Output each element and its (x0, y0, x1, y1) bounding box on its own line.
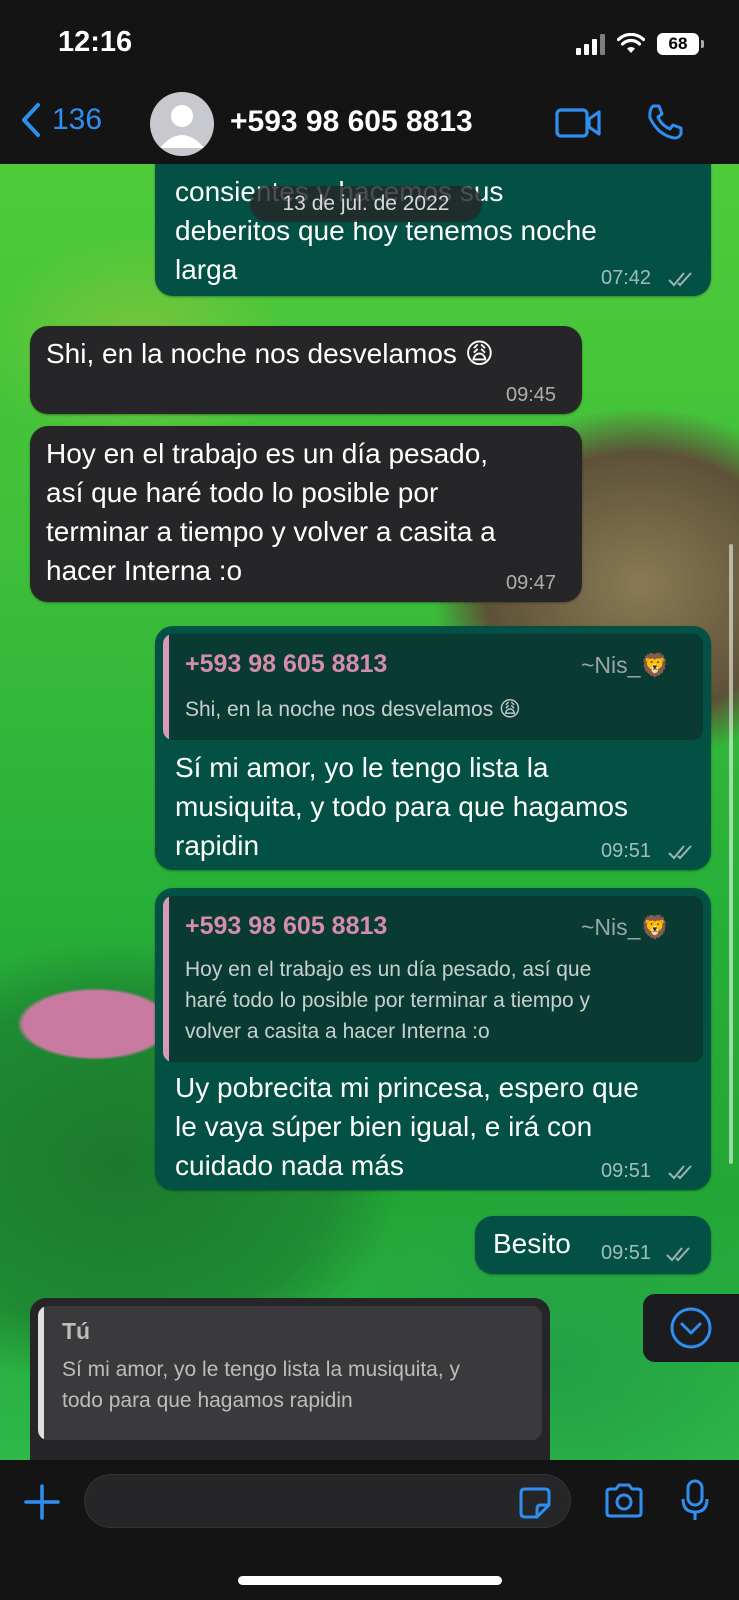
message-bubble-incoming[interactable]: Shi, en la noche nos desvelamos 😩 09:45 (30, 326, 582, 414)
attach-button[interactable] (22, 1482, 62, 1527)
input-bar (0, 1460, 739, 1600)
battery-icon: 68 (657, 33, 704, 55)
wifi-icon (617, 33, 645, 53)
microphone-icon (681, 1479, 709, 1520)
message-time: 09:51 (601, 1160, 652, 1182)
mic-button[interactable] (680, 1478, 710, 1529)
quote-author: +593 98 605 8813 (185, 650, 388, 678)
message-bubble-incoming[interactable]: Hoy en el trabajo es un día pesado, así … (30, 426, 582, 602)
video-call-icon (555, 108, 601, 138)
camera-icon (605, 1483, 643, 1518)
voice-call-button[interactable] (645, 102, 685, 147)
back-button[interactable]: 136 (18, 102, 102, 138)
message-time: 09:51 (601, 840, 652, 862)
double-check-icon (666, 1247, 690, 1262)
double-check-icon (668, 845, 692, 860)
message-text: Hoy en el trabajo es un día pesado, así … (46, 438, 496, 586)
avatar-icon (160, 105, 204, 148)
quote-bar (163, 634, 169, 740)
date-badge: 13 de jul. de 2022 (250, 186, 482, 222)
home-indicator (238, 1576, 502, 1585)
quote-text: Hoy en el trabajo es un día pesado, así … (185, 958, 592, 1043)
quote-author: Tú (62, 1318, 91, 1344)
signal-icon (576, 33, 605, 55)
double-check-icon (668, 1165, 692, 1180)
message-text: Shi, en la noche nos desvelamos 😩 (46, 338, 494, 369)
camera-button[interactable] (603, 1482, 645, 1525)
status-icons: 68 (576, 30, 704, 58)
plus-icon (24, 1484, 60, 1520)
message-time: 07:42 (601, 267, 652, 289)
chat-header: 136 +593 98 605 8813 (0, 88, 739, 164)
quoted-message[interactable]: +593 98 605 8813 ~Nis_🦁 Hoy en el trabaj… (163, 896, 703, 1062)
video-call-button[interactable] (554, 106, 602, 145)
chat-area[interactable]: consientes y hacemos sus deberitos que h… (0, 164, 739, 1460)
double-check-icon (668, 272, 692, 287)
chevron-down-icon (670, 1307, 712, 1349)
contact-name[interactable]: +593 98 605 8813 (230, 105, 473, 139)
quote-text: Sí mi amor, yo le tengo lista la musiqui… (62, 1358, 461, 1412)
status-bar: 12:16 68 (0, 0, 739, 88)
quote-tag: ~Nis_🦁 (581, 652, 670, 678)
message-bubble-outgoing[interactable]: Besito 09:51 (475, 1216, 711, 1274)
quoted-message[interactable]: +593 98 605 8813 ~Nis_🦁 Shi, en la noche… (163, 634, 703, 740)
message-time: 09:45 (506, 384, 557, 406)
quote-text: Shi, en la noche nos desvelamos 😩 (185, 698, 521, 721)
message-text: Besito (493, 1228, 571, 1259)
unread-count: 136 (52, 103, 103, 136)
quote-bar (163, 896, 169, 1062)
phone-icon (648, 104, 683, 140)
message-bubble-outgoing[interactable]: consientes y hacemos sus deberitos que h… (155, 164, 711, 296)
quote-author: +593 98 605 8813 (185, 912, 388, 940)
quote-tag: ~Nis_🦁 (581, 914, 670, 940)
quote-bar (38, 1306, 44, 1440)
message-bubble-outgoing[interactable]: +593 98 605 8813 ~Nis_🦁 Hoy en el trabaj… (155, 888, 711, 1190)
avatar[interactable] (150, 92, 214, 156)
message-time: 09:51 (601, 1242, 652, 1264)
quoted-message[interactable]: Tú Sí mi amor, yo le tengo lista la musi… (38, 1306, 542, 1440)
message-bubble-incoming[interactable]: Tú Sí mi amor, yo le tengo lista la musi… (30, 1298, 550, 1460)
message-input[interactable] (84, 1474, 571, 1528)
sticker-icon (519, 1487, 551, 1519)
status-time: 12:16 (58, 26, 133, 58)
message-time: 09:47 (506, 572, 557, 594)
message-bubble-outgoing[interactable]: +593 98 605 8813 ~Nis_🦁 Shi, en la noche… (155, 626, 711, 870)
back-chevron-icon (22, 103, 40, 137)
scrollbar[interactable] (729, 544, 733, 1164)
sticker-button[interactable] (518, 1486, 552, 1525)
scroll-down-button[interactable] (643, 1294, 739, 1362)
